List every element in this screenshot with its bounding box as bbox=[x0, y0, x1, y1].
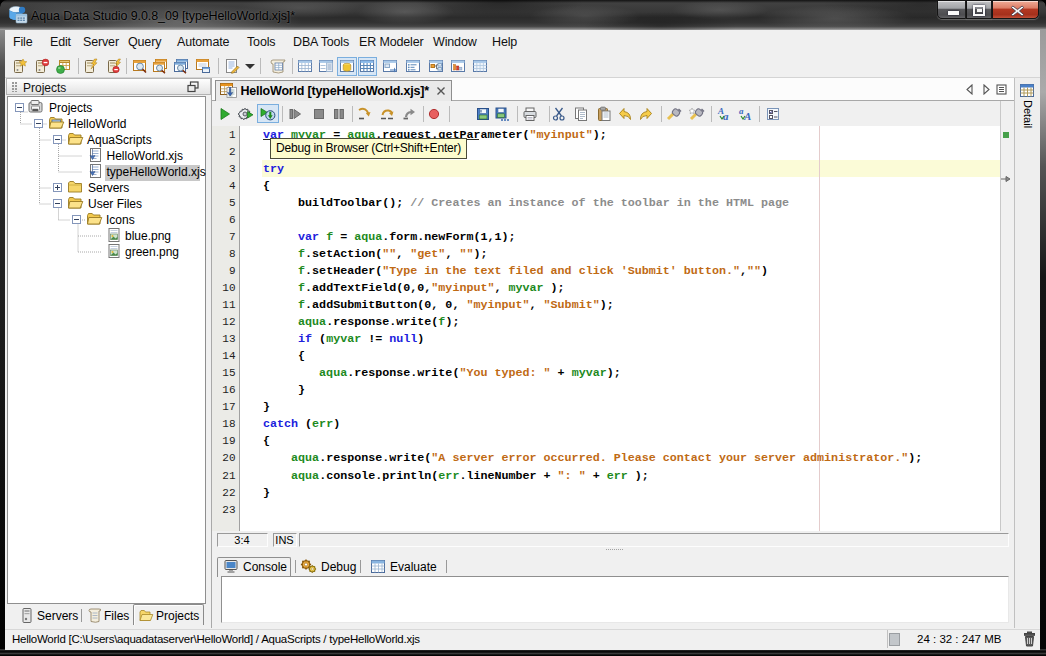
svg-text:A: A bbox=[743, 110, 751, 122]
